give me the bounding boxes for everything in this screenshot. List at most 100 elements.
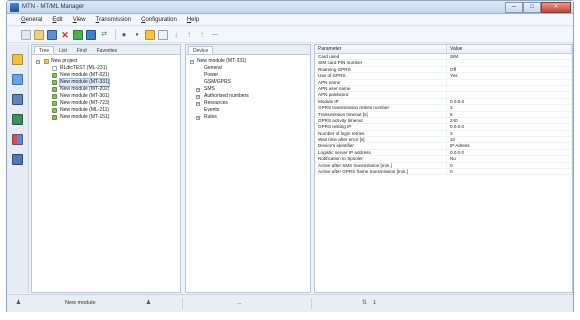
device-tree-item-label: Power (204, 72, 219, 78)
device-tree-item[interactable]: + Resources (190, 100, 308, 107)
value-cell[interactable]: 240 (447, 117, 572, 124)
save-icon[interactable] (47, 29, 57, 40)
tree-item-module[interactable]: New module (MT-202) (36, 86, 178, 93)
close-button[interactable]: ✕ (541, 2, 571, 13)
expand-icon[interactable]: + (196, 94, 200, 99)
device-tree-item[interactable]: + Authorised numbers (190, 93, 308, 100)
expand-icon[interactable]: + (196, 101, 200, 106)
device-tree: − New module (MT-331) General Power GSM/GP… (190, 58, 308, 121)
device-tree-item-label: SMS (204, 86, 215, 92)
device-tree-item-label: Authorised numbers (204, 93, 249, 99)
value-cell[interactable]: 0.0.0.0 (447, 124, 572, 130)
chart-icon[interactable] (12, 134, 23, 145)
up-icon[interactable]: ↑ (184, 30, 194, 40)
column-header-parameter[interactable]: Parameter (315, 45, 447, 53)
value-cell[interactable]: 0.0.0.0 (447, 98, 572, 105)
value-cell[interactable]: SIM (447, 54, 572, 60)
value-cell[interactable]: 0.0.0.0 (447, 149, 572, 156)
value-cell[interactable]: No (447, 156, 572, 162)
delete-icon[interactable]: ✕ (60, 30, 70, 40)
title-bar[interactable]: MTN - MT/ML Manager ─ □ ✕ (7, 1, 573, 14)
value-cell[interactable]: Off (447, 66, 572, 73)
tree-root-label: New project (51, 58, 78, 64)
value-cell[interactable]: 0 (447, 162, 572, 169)
tree-item-module[interactable]: New module (MT-301) (36, 93, 178, 100)
value-cell[interactable] (447, 79, 572, 85)
tab-favorites[interactable]: Favorites (92, 46, 123, 54)
table-row[interactable]: Active after GPRS frame transmission [mi… (315, 169, 572, 176)
tree-item-module[interactable]: New module (ML-211) (36, 107, 178, 114)
device-tree-item[interactable]: GSM/GPRS (190, 79, 308, 86)
value-cell[interactable] (447, 92, 572, 98)
value-cell[interactable]: IP Adress (447, 143, 572, 149)
tab-tree[interactable]: Tree (34, 46, 55, 54)
status-module: New module (65, 300, 96, 306)
down-icon[interactable]: ↓ (171, 30, 181, 40)
map-icon[interactable] (12, 114, 23, 125)
user-icon[interactable]: ● (119, 30, 129, 40)
value-cell[interactable] (447, 85, 572, 92)
device-tree-item[interactable]: + Rules (190, 114, 308, 121)
tree-item-module[interactable]: RLdicTEST (ML-231) (36, 65, 178, 72)
tab-device[interactable]: Device (188, 46, 214, 54)
tree-item-module[interactable]: New module (MT-331) (36, 78, 178, 87)
dropdown-icon[interactable]: ▾ (132, 30, 142, 40)
expand-icon[interactable]: + (196, 87, 200, 92)
menu-help[interactable]: Help (187, 15, 199, 25)
device-root[interactable]: − New module (MT-331) (190, 58, 308, 65)
tree-item-module[interactable]: New module (MT-021) (36, 72, 178, 79)
device-tree-item[interactable]: + SMS (190, 86, 308, 93)
tree-item-module[interactable]: New module (MT-723) (36, 100, 178, 107)
device-tabs: Device (186, 45, 310, 55)
minimize-button[interactable]: ─ (505, 2, 523, 13)
project-icon (44, 59, 49, 64)
send-icon[interactable] (86, 29, 96, 40)
open-icon[interactable] (34, 29, 44, 40)
collapse-icon[interactable]: − (190, 59, 194, 64)
tree-root[interactable]: − New project (36, 58, 178, 65)
device-tree-item[interactable]: Events (190, 107, 308, 114)
minus-icon[interactable]: ─ (210, 30, 220, 40)
value-cell[interactable]: 10 (447, 137, 572, 143)
maximize-button[interactable]: □ (523, 2, 541, 13)
menu-edit[interactable]: Edit (52, 15, 62, 25)
project-icon[interactable] (12, 54, 23, 65)
value-cell[interactable]: Yes (447, 73, 572, 79)
menu-transmission[interactable]: Transmission (96, 15, 131, 25)
project-panel: Tree List Find Favorites − New project R… (31, 44, 181, 293)
menu-view[interactable]: View (73, 15, 86, 25)
device-tree-item[interactable]: General (190, 65, 308, 72)
device-panel: Device − New module (MT-331) General Powe… (185, 44, 311, 293)
database-icon[interactable] (12, 154, 23, 165)
device-tree-item[interactable]: Power (190, 72, 308, 79)
device-icon[interactable] (12, 94, 23, 105)
parameter-cell: Active after GPRS frame transmission [mi… (315, 169, 447, 175)
expand-icon[interactable]: + (196, 115, 200, 120)
value-cell[interactable]: 5 (447, 111, 572, 117)
menu-general[interactable]: General (21, 15, 42, 25)
receive-icon[interactable]: ⇄ (99, 30, 109, 40)
tree-item-module[interactable]: New module (MT-151) (36, 114, 178, 121)
parameter-panel: Parameter Value Card used SIM SIM card PIN… (314, 44, 573, 293)
new-icon[interactable] (21, 29, 31, 40)
parameter-cell: Device's identifier (315, 143, 447, 149)
module-icon[interactable] (145, 29, 155, 40)
tab-find[interactable]: Find (72, 46, 92, 54)
column-header-value[interactable]: Value (447, 45, 572, 53)
split-icon[interactable] (158, 29, 168, 40)
network-icon[interactable] (12, 74, 23, 85)
status-page: 1 (373, 300, 377, 306)
value-cell[interactable] (447, 60, 572, 66)
tab-list[interactable]: List (54, 46, 72, 54)
value-cell[interactable]: 3 (447, 130, 572, 137)
menu-configuration[interactable]: Configuration (141, 15, 177, 25)
collapse-icon[interactable]: − (36, 59, 40, 64)
toolbar-separator (115, 29, 116, 40)
grid-body: Card used SIM SIM card PIN number Roaming G… (315, 54, 572, 176)
up-alt-icon[interactable]: ↑ (197, 30, 207, 40)
config-icon[interactable] (73, 29, 83, 40)
grid-header: Parameter Value (315, 45, 572, 54)
link-icon: ⇅ (361, 300, 368, 306)
value-cell[interactable]: 0 (447, 169, 572, 175)
value-cell[interactable]: 3 (447, 105, 572, 111)
